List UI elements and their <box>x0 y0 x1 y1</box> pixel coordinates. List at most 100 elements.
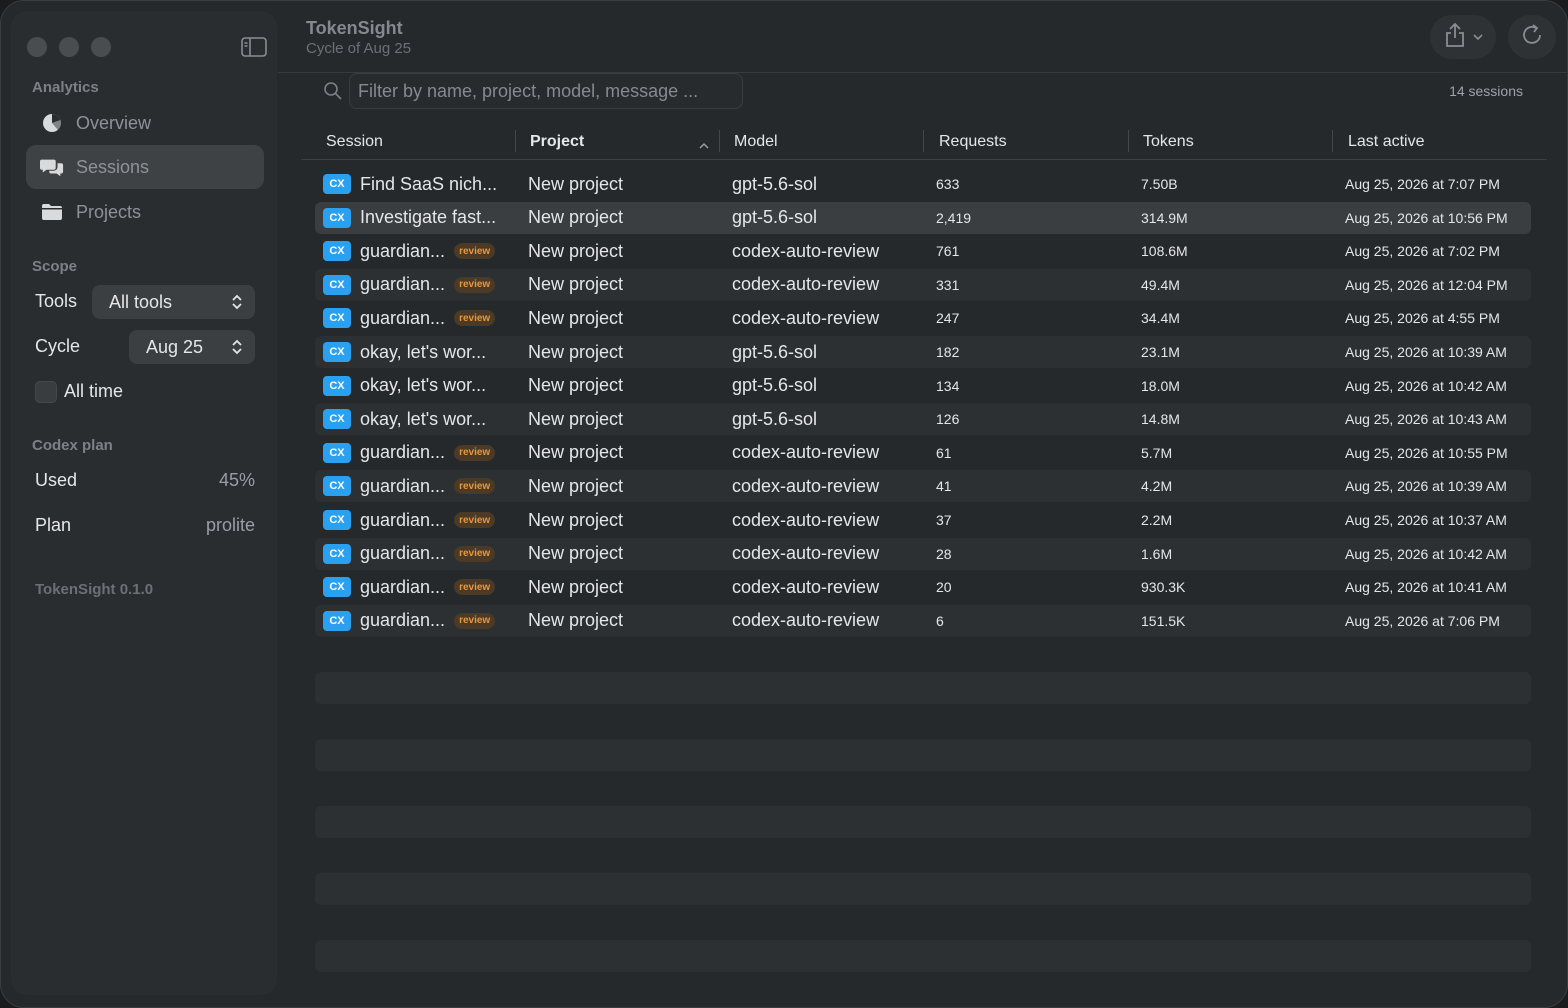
app-version: TokenSight 0.1.0 <box>35 581 154 598</box>
sidebar-item-projects[interactable]: Projects <box>26 190 264 234</box>
review-tag: review <box>454 243 496 260</box>
model-cell: codex-auto-review <box>732 442 880 463</box>
model-cell: gpt-5.6-sol <box>732 207 818 228</box>
project-cell: New project <box>528 207 624 228</box>
sidebar-item-sessions[interactable]: Sessions <box>26 145 264 189</box>
review-tag: review <box>454 512 496 528</box>
last-active-cell: Aug 25, 2026 at 10:39 AM <box>1345 478 1507 495</box>
column-separator[interactable] <box>923 130 924 152</box>
table-row[interactable]: CX Investigate fast... New project gpt-5.6-… <box>315 201 1531 234</box>
table-row[interactable]: CX guardian... review New project codex-auto… <box>315 571 1531 603</box>
column-separator[interactable] <box>1128 130 1129 152</box>
search-input[interactable] <box>358 74 728 108</box>
all-time-checkbox[interactable] <box>35 381 57 403</box>
used-value: 45% <box>218 470 255 490</box>
cycle-subtitle: Cycle of Aug 25 <box>306 40 412 57</box>
requests-cell: 134 <box>936 377 960 394</box>
refresh-button[interactable] <box>1508 15 1556 59</box>
column-header-model[interactable]: Model <box>734 131 778 153</box>
session-cell: CX Find SaaS nich... <box>323 168 497 200</box>
session-cell: CX guardian... review <box>323 538 496 570</box>
column-header-tokens[interactable]: Tokens <box>1143 131 1194 153</box>
cycle-select[interactable]: Aug 25 <box>129 330 255 364</box>
column-separator[interactable] <box>1332 130 1333 152</box>
codex-badge: CX <box>323 610 351 631</box>
project-cell: New project <box>528 307 624 328</box>
project-cell: New project <box>528 240 624 261</box>
model-cell: gpt-5.6-sol <box>732 173 818 194</box>
project-cell: New project <box>528 543 624 564</box>
empty-row <box>315 806 1531 838</box>
table-row[interactable]: CX guardian... review New project codex-auto… <box>315 302 1531 334</box>
table-row[interactable]: CX guardian... review New project codex-auto… <box>315 470 1531 503</box>
share-menu-button[interactable] <box>1430 15 1496 59</box>
close-window-button[interactable] <box>27 37 47 57</box>
chevron-down-icon <box>1473 28 1483 46</box>
tokens-cell: 23.1M <box>1141 344 1180 360</box>
codex-plan-section-label: Codex plan <box>32 437 113 454</box>
last-active-cell: Aug 25, 2026 at 10:39 AM <box>1345 344 1507 360</box>
column-header-last-active[interactable]: Last active <box>1348 131 1424 153</box>
table-row[interactable]: CX guardian... review New project codex-auto… <box>315 437 1531 469</box>
session-name: guardian... <box>360 274 446 295</box>
zoom-window-button[interactable] <box>91 37 111 57</box>
project-cell: New project <box>528 442 624 463</box>
table-row[interactable]: CX guardian... review New project codex-auto… <box>315 504 1531 536</box>
table-row[interactable]: CX okay, let's wor... New project gpt-5.6-s… <box>315 403 1531 436</box>
requests-cell: 126 <box>936 411 960 428</box>
requests-cell: 182 <box>936 344 960 360</box>
session-cell: CX guardian... review <box>323 571 496 603</box>
tokens-cell: 2.2M <box>1141 512 1173 528</box>
requests-cell: 20 <box>936 579 952 596</box>
table-row[interactable]: CX guardian... review New project codex-auto… <box>315 604 1531 637</box>
analytics-section-label: Analytics <box>32 79 99 96</box>
column-header-session[interactable]: Session <box>326 131 383 153</box>
review-tag: review <box>454 310 496 327</box>
review-tag: review <box>454 276 496 293</box>
table-row[interactable]: CX guardian... review New project codex-auto… <box>315 537 1531 570</box>
codex-badge: CX <box>323 543 351 564</box>
column-separator[interactable] <box>515 130 516 152</box>
session-cell: CX guardian... review <box>323 605 496 637</box>
tokens-cell: 18.0M <box>1141 377 1180 394</box>
column-header-requests[interactable]: Requests <box>939 131 1007 153</box>
plan-label: Plan <box>35 515 72 535</box>
last-active-cell: Aug 25, 2026 at 12:04 PM <box>1345 276 1508 293</box>
column-header-project[interactable]: Project <box>530 131 584 153</box>
model-cell: codex-auto-review <box>732 576 880 597</box>
search-field[interactable] <box>349 73 743 109</box>
requests-cell: 2,419 <box>936 209 972 226</box>
minimize-window-button[interactable] <box>59 37 79 57</box>
last-active-cell: Aug 25, 2026 at 7:07 PM <box>1345 176 1500 192</box>
codex-badge: CX <box>323 308 351 329</box>
session-cell: CX guardian... review <box>323 470 496 502</box>
column-separator[interactable] <box>719 130 720 152</box>
session-cell: CX okay, let's wor... <box>323 370 486 402</box>
tools-select[interactable]: All tools <box>92 285 255 319</box>
codex-badge: CX <box>323 476 351 497</box>
table-row[interactable]: CX okay, let's wor... New project gpt-5.6-s… <box>315 336 1531 368</box>
session-name: guardian... <box>360 475 446 496</box>
sort-ascending-icon <box>698 135 710 157</box>
last-active-cell: Aug 25, 2026 at 10:41 AM <box>1345 579 1507 596</box>
table-row[interactable]: CX guardian... review New project codex-auto… <box>315 268 1531 301</box>
table-row[interactable]: CX Find SaaS nich... New project gpt-5.6-so… <box>315 168 1531 200</box>
sidebar-item-overview[interactable]: Overview <box>26 101 264 145</box>
last-active-cell: Aug 25, 2026 at 10:56 PM <box>1345 209 1508 226</box>
session-cell: CX okay, let's wor... <box>323 336 486 368</box>
review-tag: review <box>454 478 496 495</box>
project-cell: New project <box>528 610 624 631</box>
session-name: guardian... <box>360 509 446 530</box>
table-row[interactable]: CX guardian... review New project codex-auto… <box>315 235 1531 267</box>
tokens-cell: 5.7M <box>1141 444 1173 461</box>
tokens-cell: 34.4M <box>1141 310 1180 327</box>
sidebar-toggle-icon[interactable] <box>241 37 267 57</box>
cycle-select-value: Aug 25 <box>146 336 204 357</box>
sidebar-item-label: Projects <box>76 201 142 222</box>
up-down-chevron-icon <box>231 293 243 311</box>
empty-row <box>315 672 1531 704</box>
table-row[interactable]: CX okay, let's wor... New project gpt-5.6-s… <box>315 370 1531 402</box>
used-label: Used <box>35 470 78 490</box>
model-cell: codex-auto-review <box>732 307 880 328</box>
tokens-cell: 4.2M <box>1141 478 1173 495</box>
